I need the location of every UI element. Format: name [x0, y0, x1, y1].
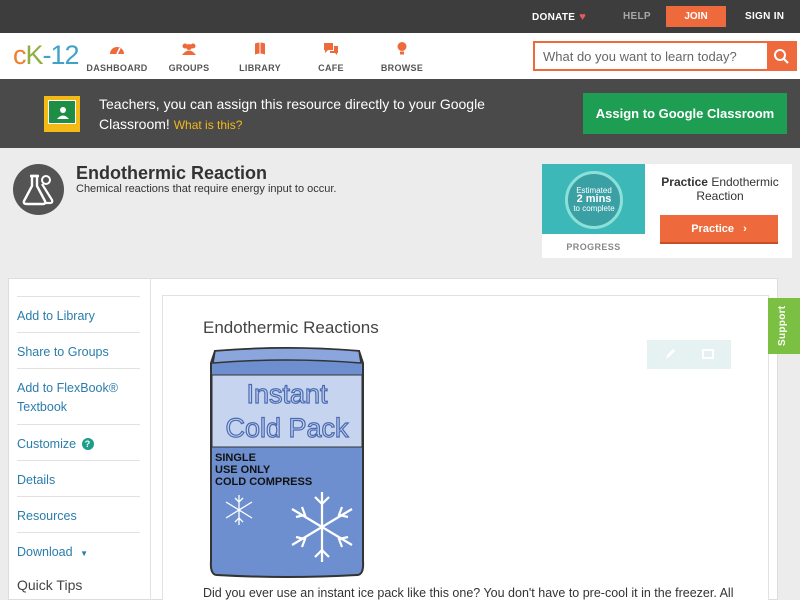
dashboard-icon: [110, 47, 124, 55]
logo-c: c: [13, 40, 26, 70]
sidebar-add-to-library[interactable]: Add to Library: [17, 296, 140, 326]
library-icon: [255, 42, 265, 55]
page-subtitle: Chemical reactions that require energy i…: [76, 183, 337, 195]
search-button[interactable]: [767, 43, 795, 69]
article-intro-text: Did you ever use an instant ice pack lik…: [203, 586, 734, 600]
sidebar-share-to-groups[interactable]: Share to Groups: [17, 332, 140, 362]
donate-link[interactable]: DONATE ♥: [532, 11, 586, 23]
nav-library[interactable]: LIBRARY: [225, 41, 295, 73]
help-link[interactable]: HELP: [623, 11, 651, 22]
sidebar: Add to Library Share to Groups Add to Fl…: [9, 279, 151, 600]
cold-pack-label3: COLD COMPRESS: [215, 476, 312, 488]
content-area: Add to Library Share to Groups Add to Fl…: [8, 278, 778, 600]
nav-label: CAFE: [318, 63, 344, 73]
quick-tips-heading: Quick Tips: [17, 577, 83, 593]
caret-down-icon: ▼: [80, 549, 88, 558]
sidebar-customize[interactable]: Customize ?: [17, 424, 140, 454]
support-tab[interactable]: Support: [768, 298, 800, 354]
banner-text-block: Teachers, you can assign this resource d…: [99, 94, 539, 135]
heart-icon: ♥: [579, 11, 587, 23]
support-tab-label: Support: [777, 305, 788, 346]
classroom-banner: Teachers, you can assign this resource d…: [0, 79, 800, 148]
instant-cold-pack-image: Instant Cold Pack SINGLE USE ONLY COLD C…: [209, 347, 365, 578]
cold-pack-title-line1: Instant: [246, 379, 328, 409]
google-classroom-icon: [44, 96, 80, 132]
practice-title-rest: Endothermic Reaction: [696, 175, 779, 203]
nav-label: DASHBOARD: [86, 63, 148, 73]
to-complete-label: to complete: [573, 204, 615, 213]
what-is-this-link[interactable]: What is this?: [174, 118, 243, 132]
article-panel: Endothermic Reactions Instant Cold Pack …: [162, 295, 769, 600]
banner-text: Teachers, you can assign this resource d…: [99, 96, 485, 132]
practice-card: Estimated 2 mins to complete PROGRESS Pr…: [542, 164, 792, 258]
search-box: [533, 41, 797, 71]
download-label: Download: [17, 545, 73, 559]
sidebar-add-to-flexbook[interactable]: Add to FlexBook® Textbook: [17, 368, 140, 417]
progress-image: Estimated 2 mins to complete: [542, 164, 645, 234]
page-title: Endothermic Reaction: [76, 163, 268, 183]
practice-button-label: Practice: [691, 223, 735, 235]
notes-icon[interactable]: [701, 347, 715, 361]
practice-title: Practice Endothermic Reaction: [655, 175, 785, 203]
practice-button[interactable]: Practice ›: [660, 215, 778, 244]
cold-pack-label1: SINGLE: [215, 452, 256, 464]
sign-in-link[interactable]: SIGN IN: [745, 11, 784, 22]
cafe-icon: [324, 43, 338, 55]
nav-groups[interactable]: GROUPS: [154, 41, 224, 73]
progress-circle: Estimated 2 mins to complete: [565, 171, 623, 229]
estimated-minutes: 2 mins: [576, 193, 612, 205]
logo-k: K: [25, 40, 44, 70]
practice-title-bold: Practice: [661, 175, 708, 189]
search-input[interactable]: [535, 43, 769, 69]
join-button[interactable]: JOIN: [666, 6, 726, 27]
browse-icon: [397, 42, 407, 55]
sidebar-resources[interactable]: Resources: [17, 496, 140, 526]
sidebar-details[interactable]: Details: [17, 460, 140, 490]
groups-icon: [182, 43, 196, 55]
sidebar-download[interactable]: Download ▼: [17, 532, 140, 563]
nav-label: BROWSE: [380, 63, 424, 73]
nav-browse[interactable]: BROWSE: [367, 41, 437, 73]
nav-label: LIBRARY: [239, 63, 281, 73]
cold-pack-title-line2: Cold Pack: [225, 413, 349, 443]
progress-label: PROGRESS: [566, 242, 621, 252]
nav-label: GROUPS: [168, 63, 210, 73]
nav-dashboard[interactable]: DASHBOARD: [82, 41, 152, 73]
nav-cafe[interactable]: CAFE: [296, 41, 366, 73]
logo-12: -12: [42, 40, 80, 70]
chevron-right-icon: ›: [743, 223, 747, 235]
pencil-icon[interactable]: [663, 347, 677, 361]
chemistry-flask-icon: [13, 164, 64, 215]
search-icon: [774, 49, 789, 64]
customize-label: Customize: [17, 437, 77, 451]
help-icon[interactable]: ?: [81, 438, 94, 450]
donate-label[interactable]: DONATE: [532, 12, 575, 23]
main-nav: cK-12 DASHBOARD GROUPS LIBRARY CAFE BROW…: [0, 33, 800, 79]
assign-google-classroom-button[interactable]: Assign to Google Classroom: [583, 93, 787, 134]
top-bar: DONATE ♥ HELP JOIN SIGN IN: [0, 0, 800, 33]
ck12-logo[interactable]: cK-12: [13, 40, 80, 71]
article-tools: [647, 340, 731, 369]
cold-pack-label2: USE ONLY: [215, 464, 271, 476]
article-title: Endothermic Reactions: [203, 318, 379, 337]
